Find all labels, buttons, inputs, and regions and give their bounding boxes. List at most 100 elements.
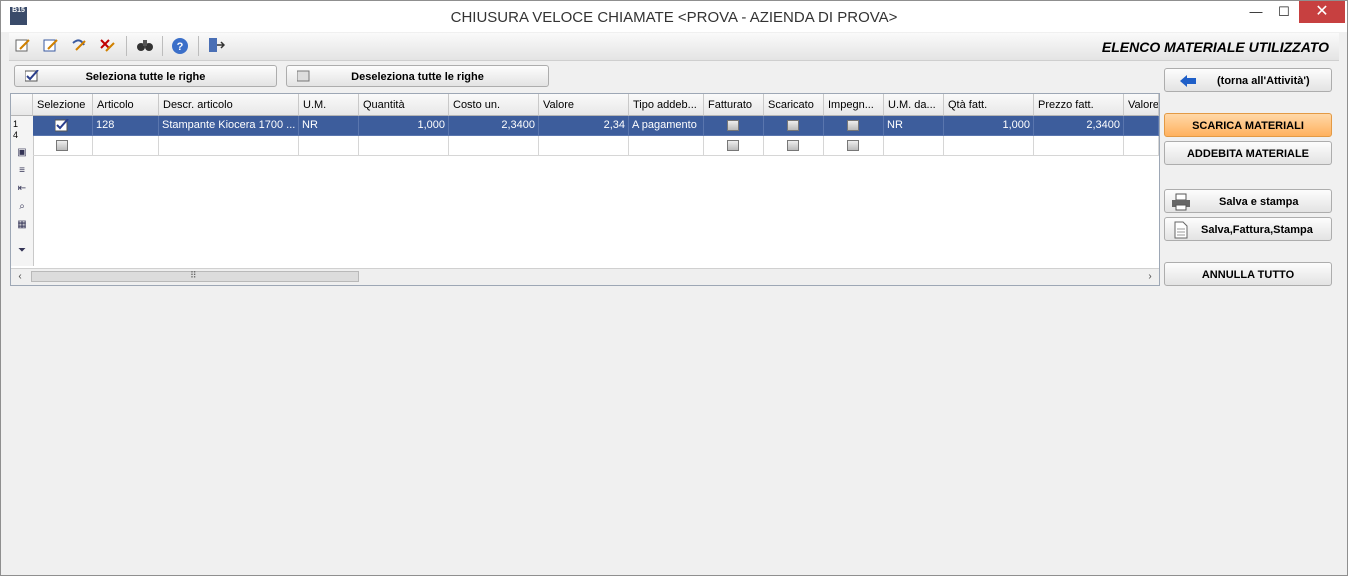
help-icon[interactable]: ? [170,37,190,55]
scroll-right-icon[interactable]: › [1143,270,1157,284]
cell-um[interactable] [299,136,359,156]
checkbox-empty-icon[interactable] [727,140,739,151]
column-header-um-da[interactable]: U.M. da... [884,94,944,116]
column-header-valore[interactable]: Valore [539,94,629,116]
cell-valore-fatt[interactable] [1124,116,1159,136]
select-all-button[interactable]: Seleziona tutte le righe [14,65,277,87]
row-copy-icon[interactable]: ▣ [15,146,29,159]
cell-tipo[interactable]: A pagamento [629,116,704,136]
salva-stampa-button[interactable]: Salva e stampa [1164,189,1332,213]
checkbox-empty-icon [297,70,310,82]
toolbar-separator [162,36,163,56]
window-title: CHIUSURA VELOCE CHIAMATE <PROVA - AZIEND… [450,9,898,26]
grid-settings-icon[interactable]: ▦ [15,218,29,231]
checkbox-empty-icon[interactable] [847,140,859,151]
deselect-all-label: Deseleziona tutte le righe [351,71,484,83]
annulla-tutto-button[interactable]: ANNULLA TUTTO [1164,262,1332,286]
filter-icon[interactable]: ⏷ [15,244,29,257]
svg-text:?: ? [177,41,184,53]
row-number: 1 [13,119,19,129]
checkbox-empty-icon[interactable] [847,120,859,131]
checkbox-checked-icon [25,70,39,82]
cell-prezzo-fatt[interactable] [1034,136,1124,156]
column-header-selezione[interactable]: Selezione [33,94,93,116]
row-count: 4 [13,130,19,140]
cell-descr[interactable]: Stampante Kiocera 1700 ... [159,116,299,136]
column-header-costo[interactable]: Costo un. [449,94,539,116]
grip-icon: ⠿ [190,270,197,280]
title-bar: B15 CHIUSURA VELOCE CHIAMATE <PROVA - AZ… [1,1,1347,32]
cell-impegn[interactable] [824,116,884,136]
row-insert-icon[interactable]: ⇤ [15,182,29,195]
deselect-all-button[interactable]: Deseleziona tutte le righe [286,65,549,87]
maximize-button[interactable]: ☐ [1269,1,1299,23]
minimize-button[interactable]: — [1241,1,1271,23]
cell-fatturato[interactable] [704,136,764,156]
cell-qta-fatt[interactable] [944,136,1034,156]
checkbox-empty-icon[interactable] [787,120,799,131]
toolbar-separator [126,36,127,56]
cell-costo[interactable] [449,136,539,156]
salva-stampa-label: Salva e stampa [1219,196,1299,208]
select-all-label: Seleziona tutte le righe [85,71,206,83]
zoom-icon[interactable]: ⌕ [15,200,29,213]
column-header-tipo[interactable]: Tipo addeb... [629,94,704,116]
cell-selezione[interactable] [33,136,93,156]
cell-quantita[interactable]: 1,000 [359,116,449,136]
cell-impegn[interactable] [824,136,884,156]
cell-tipo[interactable] [629,136,704,156]
row-list-icon[interactable]: ≡ [15,164,29,177]
column-header-prezzo-fatt[interactable]: Prezzo fatt. [1034,94,1124,116]
column-header-fatturato[interactable]: Fatturato [704,94,764,116]
cell-qta-fatt[interactable]: 1,000 [944,116,1034,136]
scroll-left-icon[interactable]: ‹ [13,270,27,284]
close-button[interactable]: ✕ [1299,1,1345,23]
exit-icon[interactable] [206,37,226,55]
column-header-um[interactable]: U.M. [299,94,359,116]
checkbox-empty-icon[interactable] [56,140,68,151]
cell-costo[interactable]: 2,3400 [449,116,539,136]
cell-valore[interactable] [539,136,629,156]
binoculars-icon[interactable] [135,37,155,55]
materials-grid: Selezione Articolo Descr. articolo U.M. … [10,93,1160,286]
cell-um[interactable]: NR [299,116,359,136]
salva-fattura-stampa-button[interactable]: Salva,Fattura,Stampa [1164,217,1332,241]
printer-icon [1172,193,1190,211]
delete-icon[interactable] [97,37,117,55]
document-icon [1174,221,1188,239]
addebita-materiale-button[interactable]: ADDEBITA MATERIALE [1164,141,1332,165]
cell-um-da[interactable]: NR [884,116,944,136]
cell-articolo[interactable]: 128 [93,116,159,136]
column-header-valore-fatt[interactable]: Valore [1124,94,1159,116]
back-label: (torna all'Attività') [1217,75,1310,87]
cell-articolo[interactable] [93,136,159,156]
cell-um-da[interactable] [884,136,944,156]
cell-fatturato[interactable] [704,116,764,136]
checkbox-checked-icon[interactable] [55,119,71,132]
column-header-articolo[interactable]: Articolo [93,94,159,116]
cell-valore[interactable]: 2,34 [539,116,629,136]
edit-record-icon[interactable] [41,37,61,55]
row-header-column: 1 4 ▣ ≡ ⇤ ⌕ ▦ ⏷ [11,116,34,266]
checkbox-empty-icon[interactable] [787,140,799,151]
new-record-icon[interactable] [13,37,33,55]
scarica-materiali-button[interactable]: SCARICA MATERIALI [1164,113,1332,137]
column-header-impegn[interactable]: Impegn... [824,94,884,116]
undo-icon[interactable] [69,37,89,55]
back-to-activity-button[interactable]: (torna all'Attività') [1164,68,1332,92]
column-header-quantita[interactable]: Quantità [359,94,449,116]
cell-descr[interactable] [159,136,299,156]
cell-prezzo-fatt[interactable]: 2,3400 [1034,116,1124,136]
scrollbar-thumb[interactable]: ⠿ [31,270,359,282]
column-header-descr[interactable]: Descr. articolo [159,94,299,116]
horizontal-scrollbar[interactable]: ‹ ⠿ › [11,268,1159,285]
cell-scaricato[interactable] [764,136,824,156]
grid-corner [11,94,33,116]
checkbox-empty-icon[interactable] [727,120,739,131]
column-header-qta-fatt[interactable]: Qtà fatt. [944,94,1034,116]
column-header-scaricato[interactable]: Scaricato [764,94,824,116]
cell-valore-fatt[interactable] [1124,136,1159,156]
cell-quantita[interactable] [359,136,449,156]
cell-scaricato[interactable] [764,116,824,136]
cell-selezione[interactable] [33,116,93,136]
